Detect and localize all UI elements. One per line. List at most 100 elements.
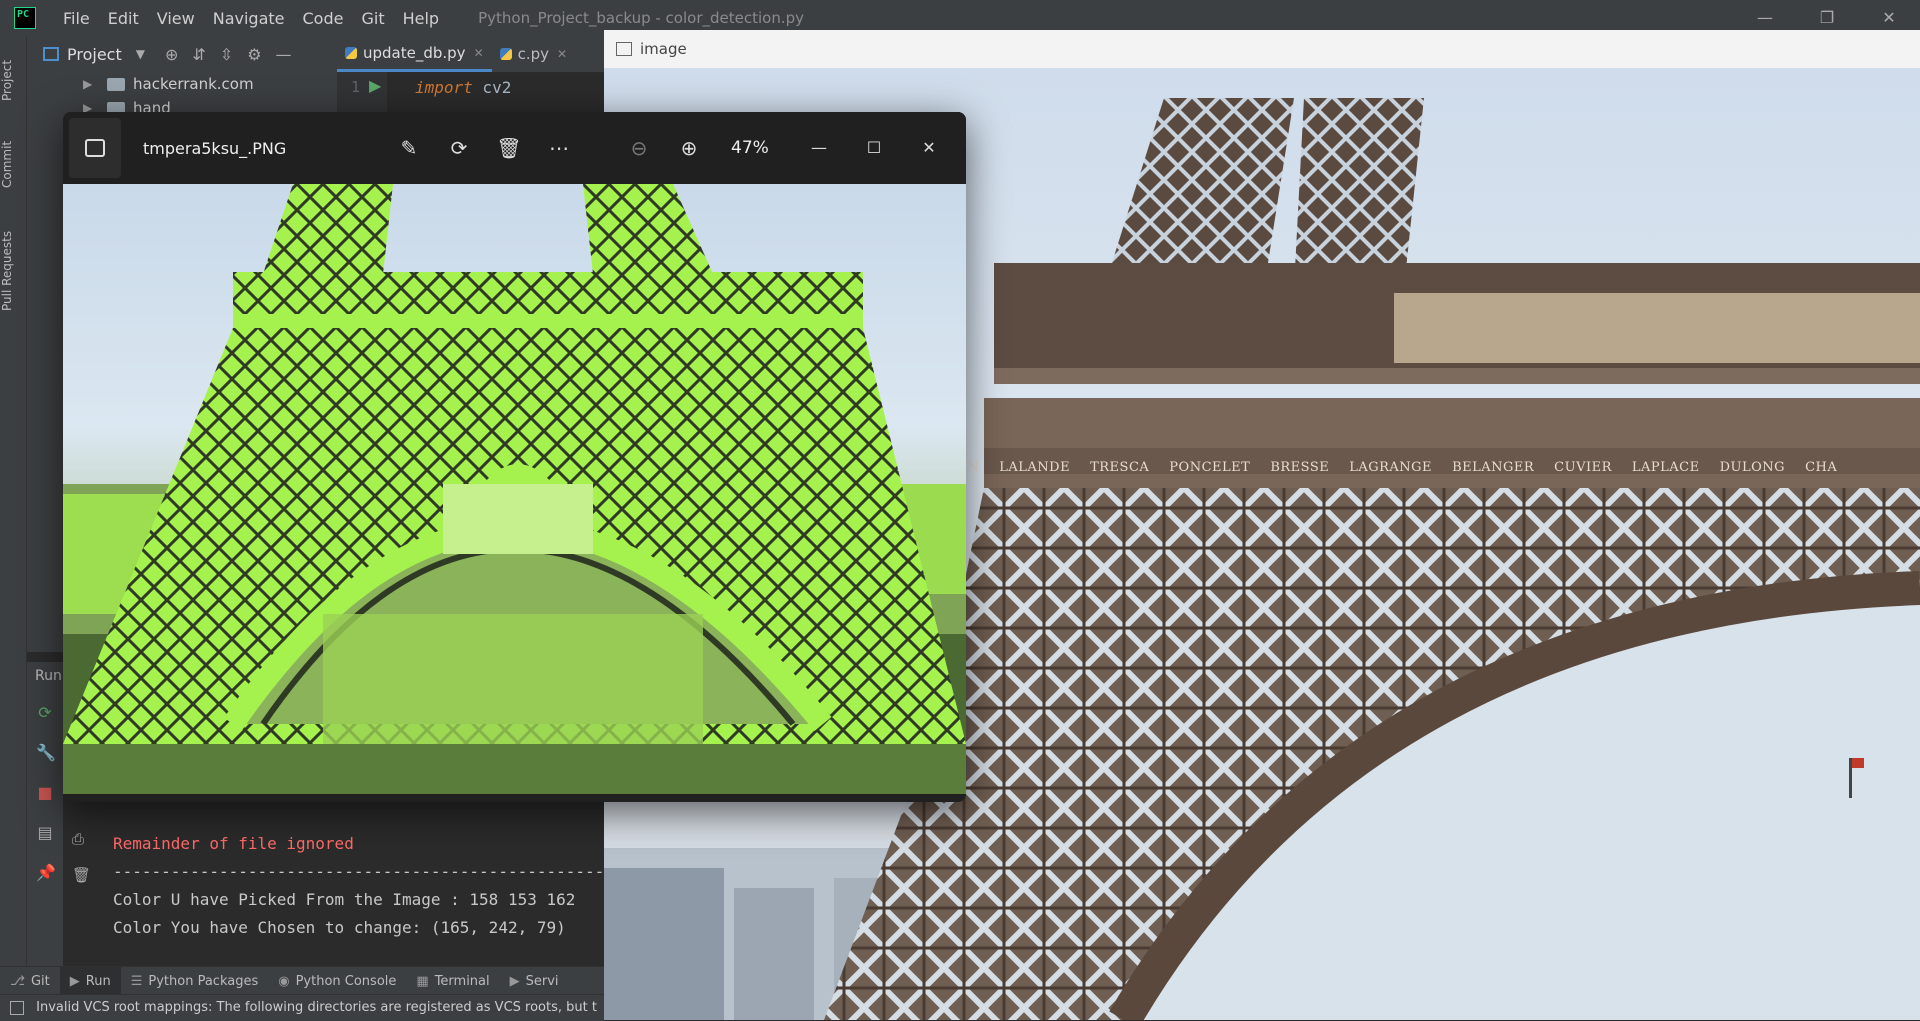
close-tab-icon[interactable]: ✕ [474,46,484,60]
left-tool-strip: Project Commit Pull Requests [0,36,27,1000]
status-bar: Invalid VCS root mappings: The following… [0,994,604,1021]
frieze-name: DULONG [1719,460,1786,475]
code-line: import cv2 [415,78,511,97]
code-editor[interactable]: import cv2 [387,72,604,112]
maximize-icon[interactable]: ☐ [858,132,890,164]
bottom-tab-label: Git [30,973,50,989]
bottom-tab-python-console[interactable]: ◉ Python Console [268,967,406,995]
frieze-name: TRESCA [1090,460,1150,475]
zoom-in-icon[interactable]: ⊕ [673,132,705,164]
bottom-tab-label: Servi [525,973,559,989]
pycharm-logo-icon[interactable]: PC [14,7,36,29]
frieze-name: CHA [1805,460,1838,475]
tab-label: c.py [517,45,550,63]
frieze-name: CUVIER [1554,460,1612,475]
expand-all-icon[interactable]: ⇵ [192,45,205,64]
pin-icon[interactable]: 📌 [36,864,56,882]
hide-icon[interactable]: — [276,45,292,64]
stop-icon[interactable]: ■ [36,784,54,802]
run-icon: ▶ [69,973,80,989]
run-toolbar: ⟳ 🔧 ■ ▤ 📌 [27,690,63,970]
status-text[interactable]: Invalid VCS root mappings: The following… [36,1000,597,1015]
wrench-icon[interactable]: 🔧 [36,744,56,762]
locate-icon[interactable]: ⊕ [165,45,178,64]
side-tab-commit[interactable]: Commit [0,132,26,196]
terminal-icon: ▦ [416,973,429,989]
bottom-tab-label: Python Console [295,973,397,989]
zoom-out-icon[interactable]: ⊖ [623,132,655,164]
console-output: Remainder of file ignored --------------… [113,830,603,942]
photos-app-icon[interactable] [69,118,121,178]
menu-file[interactable]: File [54,9,99,28]
bottom-tab-git[interactable]: ⎇ Git [0,967,60,995]
window-icon [616,42,632,56]
code-rest: cv2 [472,78,512,97]
window-title: Python_Project_backup - color_detection.… [478,9,804,27]
bottom-tab-run[interactable]: ▶ Run [59,967,121,995]
menu-navigate[interactable]: Navigate [204,9,294,28]
gear-icon[interactable]: ⚙ [247,45,261,64]
menu-code[interactable]: Code [294,9,353,28]
print-icon[interactable]: ⎙ [72,830,84,848]
git-icon: ⎇ [10,973,25,989]
project-toolbar: ⊕ ⇵ ⇳ ⚙ — [165,45,292,64]
rerun-icon[interactable]: ⟳ [36,704,54,722]
side-tab-project[interactable]: Project [0,48,26,112]
frieze-name: LAPLACE [1631,460,1700,475]
python-file-icon [345,46,357,59]
close-tab-icon[interactable]: ✕ [557,47,567,61]
menu-help[interactable]: Help [394,9,448,28]
editor-tabs: update_db.py ✕ c.py ✕ [337,36,604,73]
folder-icon [107,77,125,91]
zoom-level[interactable]: 47% [731,132,769,164]
bottom-tool-bar: ⎇ Git ▶ Run ☰ Python Packages ◉ Python Conso… [0,966,604,995]
edit-image-icon[interactable]: ✎ [393,132,425,164]
menu-edit[interactable]: Edit [99,9,148,28]
frieze-name: BRESSE [1270,460,1330,475]
tower-frieze-names: SEGUIN LALANDE TRESCA PONCELET BRESSE LA… [920,460,1920,484]
more-options-icon[interactable]: ⋯ [543,132,575,164]
tab-label: update_db.py [363,43,466,62]
python-file-icon [499,48,512,60]
processed-tower-drawing [63,184,966,794]
processed-image[interactable] [63,184,966,794]
services-icon: ▶ [509,973,520,989]
bottom-tab-terminal[interactable]: ▦ Terminal [406,967,499,995]
tree-item[interactable]: ▶ hackerrank.com [27,72,254,96]
chevron-right-icon[interactable]: ▶ [83,77,95,91]
bottom-tab-services[interactable]: ▶ Servi [500,967,569,995]
frieze-name: PONCELET [1169,460,1251,475]
collapse-all-icon[interactable]: ⇳ [220,45,233,64]
opencv-title-bar: image [604,30,1920,68]
tree-item-label: hackerrank.com [133,75,254,93]
tab-c[interactable]: c.py ✕ [492,36,575,72]
console-line: Color U have Picked From the Image : 158… [113,890,576,909]
trash-icon[interactable]: 🗑 [72,866,91,884]
packages-icon: ☰ [130,973,143,989]
project-label[interactable]: Project [67,45,122,64]
photo-filename: tmpera5ksu_.PNG [143,138,287,158]
minimize-icon[interactable]: — [803,132,835,164]
close-icon[interactable]: ✕ [913,132,945,164]
menu-git[interactable]: Git [352,9,393,28]
run-gutter-icon[interactable]: ▶ [369,76,381,95]
console-line: ----------------------------------------… [113,862,603,881]
menu-view[interactable]: View [148,9,204,28]
photos-viewer-window[interactable]: tmpera5ksu_.PNG ✎ ⟳ 🗑 ⋯ ⊖ ⊕ 47% — ☐ ✕ [63,112,966,802]
layout-icon[interactable]: ▤ [36,824,54,842]
editor-gutter: 1 ▶ [337,72,387,112]
status-checkbox-icon[interactable] [10,1000,24,1015]
bottom-tab-python-packages[interactable]: ☰ Python Packages [121,967,269,995]
bottom-tab-label: Terminal [434,973,490,989]
tab-update-db[interactable]: update_db.py ✕ [337,36,492,72]
chevron-down-icon[interactable]: ▼ [136,47,145,61]
frieze-name: LAGRANGE [1349,460,1433,475]
side-tab-pull-requests[interactable]: Pull Requests [0,216,26,326]
bottom-tab-label: Python Packages [148,973,259,989]
console-line: Color You have Chosen to change: (165, 2… [113,918,566,937]
project-icon [43,47,59,61]
line-number: 1 [351,78,361,96]
code-keyword: import [415,78,473,97]
delete-icon[interactable]: 🗑 [493,132,525,164]
rotate-icon[interactable]: ⟳ [443,132,475,164]
